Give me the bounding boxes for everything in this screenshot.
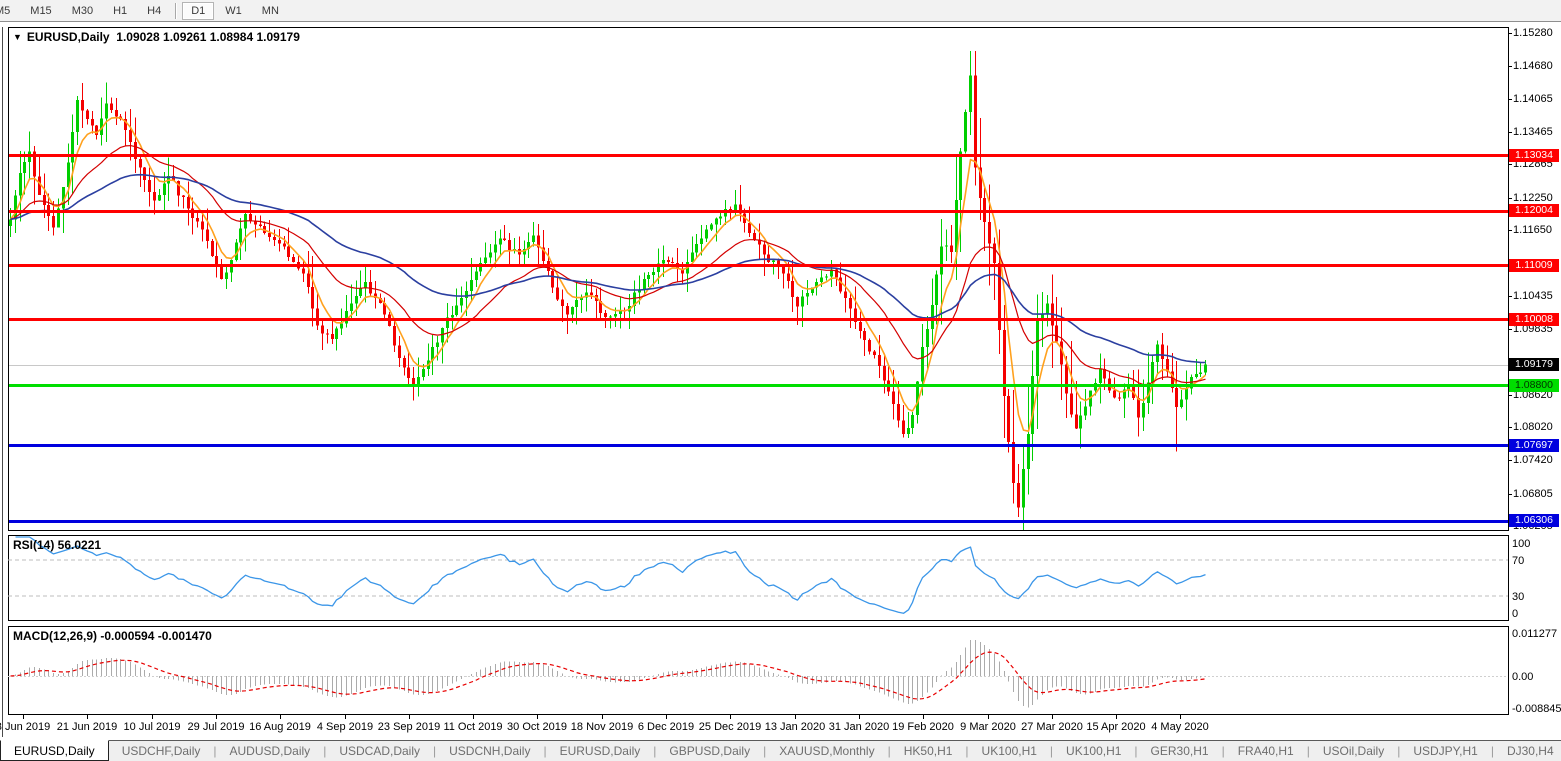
rsi-scale-label: 30 bbox=[1512, 591, 1525, 603]
symbol-tab-uk100[interactable]: UK100,H1 bbox=[1053, 741, 1134, 761]
rsi-indicator-label: RSI(14) 56.0221 bbox=[13, 538, 102, 552]
date-tick-label: 18 Nov 2019 bbox=[570, 721, 634, 733]
ohlc-low: 1.08984 bbox=[209, 30, 254, 44]
symbol-tab-dj30[interactable]: DJ30,H4 bbox=[1494, 741, 1561, 761]
chart-title: ▼ EURUSD,Daily 1.09028 1.09261 1.08984 1.… bbox=[13, 30, 300, 44]
price-tick-label: 1.14680 bbox=[1513, 60, 1553, 72]
ohlc-open: 1.09028 bbox=[116, 30, 160, 44]
symbol-tab-eurusd-active[interactable]: EURUSD,Daily bbox=[0, 740, 109, 761]
symbol-tab-audusd[interactable]: AUDUSD,Daily bbox=[217, 741, 324, 761]
trading-terminal-window: M5M15M30H1H4 D1W1MN ▼ EURUSD,Daily 1.09028… bbox=[0, 0, 1561, 761]
up-candle-bodies bbox=[9, 75, 1207, 508]
price-tick-label: 1.07420 bbox=[1513, 454, 1553, 466]
symbol-tab-hk50[interactable]: HK50,H1 bbox=[891, 741, 966, 761]
price-tick-label: 1.13465 bbox=[1513, 126, 1553, 138]
price-tick-label: 1.11650 bbox=[1513, 224, 1552, 236]
rsi-scale-label: 70 bbox=[1512, 555, 1525, 567]
symbol-tab-gbpusd[interactable]: GBPUSD,Daily bbox=[656, 741, 763, 761]
rsi-scale-label: 0 bbox=[1512, 608, 1519, 620]
chart-dropdown-triangle-icon[interactable]: ▼ bbox=[13, 32, 22, 42]
price-level-badge: 1.11009 bbox=[1509, 259, 1559, 272]
symbol-tab-xauusd[interactable]: XAUUSD,Monthly bbox=[766, 741, 887, 761]
main-pane-border bbox=[8, 27, 1509, 531]
price-level-badge: 1.07697 bbox=[1509, 439, 1559, 452]
date-tick-label: 11 Oct 2019 bbox=[443, 721, 503, 733]
symbol-tabs-bar: EURUSD,Daily USDCHF,Daily | AUDUSD,Daily | US… bbox=[0, 740, 1561, 761]
timeframe-button-h1[interactable]: H1 bbox=[104, 2, 136, 20]
price-tick-label: 1.08020 bbox=[1513, 421, 1553, 433]
current-bid-badge: 1.09179 bbox=[1509, 358, 1559, 371]
up-candle-wicks bbox=[10, 50, 1206, 530]
chart-symbol-period: EURUSD,Daily bbox=[26, 30, 110, 44]
timeframe-button-m5[interactable]: M5 bbox=[0, 2, 19, 20]
date-tick-label: 3 Jun 2019 bbox=[0, 721, 51, 733]
macd-signal-line bbox=[10, 651, 1206, 700]
candlestick-series bbox=[9, 50, 1207, 530]
price-tick-label: 1.12250 bbox=[1513, 192, 1553, 204]
date-tick-label: 19 Feb 2020 bbox=[892, 721, 954, 733]
price-level-badge: 1.10008 bbox=[1509, 313, 1559, 326]
symbol-tab-eurusd[interactable]: EURUSD,Daily bbox=[547, 741, 654, 761]
date-tick-label: 4 May 2020 bbox=[1151, 721, 1209, 733]
chart-canvas[interactable] bbox=[0, 22, 1561, 740]
date-tick-label: 23 Sep 2019 bbox=[377, 721, 441, 733]
symbol-tab-usoil[interactable]: USOil,Daily bbox=[1310, 741, 1397, 761]
ohlc-close: 1.09179 bbox=[256, 30, 300, 44]
macd-scale-label: -0.008845 bbox=[1512, 703, 1561, 715]
macd-histogram bbox=[15, 639, 1206, 708]
macd-pane-border bbox=[8, 626, 1509, 715]
timeframe-toolbar: M5M15M30H1H4 D1W1MN bbox=[0, 0, 1561, 22]
axis-tick-marks bbox=[23, 33, 1512, 719]
rsi-scale-label: 100 bbox=[1512, 538, 1531, 550]
down-candle-wicks bbox=[34, 50, 1177, 518]
timeframe-button-m30[interactable]: M30 bbox=[63, 2, 102, 20]
price-level-badge: 1.08800 bbox=[1509, 379, 1559, 392]
date-tick-label: 30 Oct 2019 bbox=[507, 721, 567, 733]
symbol-tab-usdcnh[interactable]: USDCNH,Daily bbox=[436, 741, 543, 761]
pane-borders bbox=[2, 27, 1509, 737]
timeframe-button-m15[interactable]: M15 bbox=[21, 2, 60, 20]
ohlc-high: 1.09261 bbox=[163, 30, 207, 44]
date-tick-label: 29 Jul 2019 bbox=[187, 721, 245, 733]
date-tick-label: 13 Jan 2020 bbox=[764, 721, 826, 733]
price-tick-label: 1.14065 bbox=[1513, 93, 1553, 105]
date-tick-label: 25 Dec 2019 bbox=[698, 721, 762, 733]
price-tick-label: 1.06805 bbox=[1513, 488, 1553, 500]
price-level-badge: 1.13034 bbox=[1509, 149, 1559, 162]
timeframe-button-mn[interactable]: MN bbox=[253, 2, 288, 20]
symbol-tab-uk100[interactable]: UK100,H1 bbox=[969, 741, 1050, 761]
date-tick-label: 27 Mar 2020 bbox=[1021, 721, 1083, 733]
symbol-tab-ger30[interactable]: GER30,H1 bbox=[1138, 741, 1222, 761]
rsi-pane-plot bbox=[8, 536, 1508, 614]
rsi-line bbox=[15, 536, 1206, 614]
symbol-tab-usdcad[interactable]: USDCAD,Daily bbox=[326, 741, 433, 761]
timeframe-button-w1[interactable]: W1 bbox=[216, 2, 251, 20]
date-tick-label: 6 Dec 2019 bbox=[637, 721, 695, 733]
date-tick-label: 31 Jan 2020 bbox=[828, 721, 890, 733]
price-tick-label: 1.15280 bbox=[1513, 27, 1553, 39]
macd-scale-label: 0.00 bbox=[1512, 671, 1534, 683]
timeframe-button-d1[interactable]: D1 bbox=[182, 1, 215, 20]
date-tick-label: 10 Jul 2019 bbox=[123, 721, 181, 733]
symbol-tab-fra40[interactable]: FRA40,H1 bbox=[1225, 741, 1307, 761]
price-level-badge: 1.12004 bbox=[1509, 204, 1559, 217]
date-tick-label: 16 Aug 2019 bbox=[249, 721, 311, 733]
price-level-badge: 1.06306 bbox=[1509, 514, 1559, 527]
macd-scale-label: 0.011277 bbox=[1512, 628, 1558, 640]
macd-indicator-label: MACD(12,26,9) -0.000594 -0.001470 bbox=[13, 629, 212, 643]
symbol-tab-usdjpy[interactable]: USDJPY,H1 bbox=[1400, 741, 1490, 761]
symbol-tab-usdchf[interactable]: USDCHF,Daily bbox=[109, 741, 214, 761]
price-tick-label: 1.10435 bbox=[1513, 290, 1553, 302]
date-tick-label: 4 Sep 2019 bbox=[316, 721, 374, 733]
timeframe-button-h4[interactable]: H4 bbox=[138, 2, 170, 20]
date-tick-label: 21 Jun 2019 bbox=[56, 721, 118, 733]
date-tick-label: 9 Mar 2020 bbox=[960, 721, 1016, 733]
toolbar-divider bbox=[175, 2, 178, 19]
horizontal-support-resistance-lines[interactable] bbox=[8, 154, 1508, 523]
date-tick-label: 15 Apr 2020 bbox=[1086, 721, 1146, 733]
macd-pane-plot bbox=[8, 639, 1508, 708]
